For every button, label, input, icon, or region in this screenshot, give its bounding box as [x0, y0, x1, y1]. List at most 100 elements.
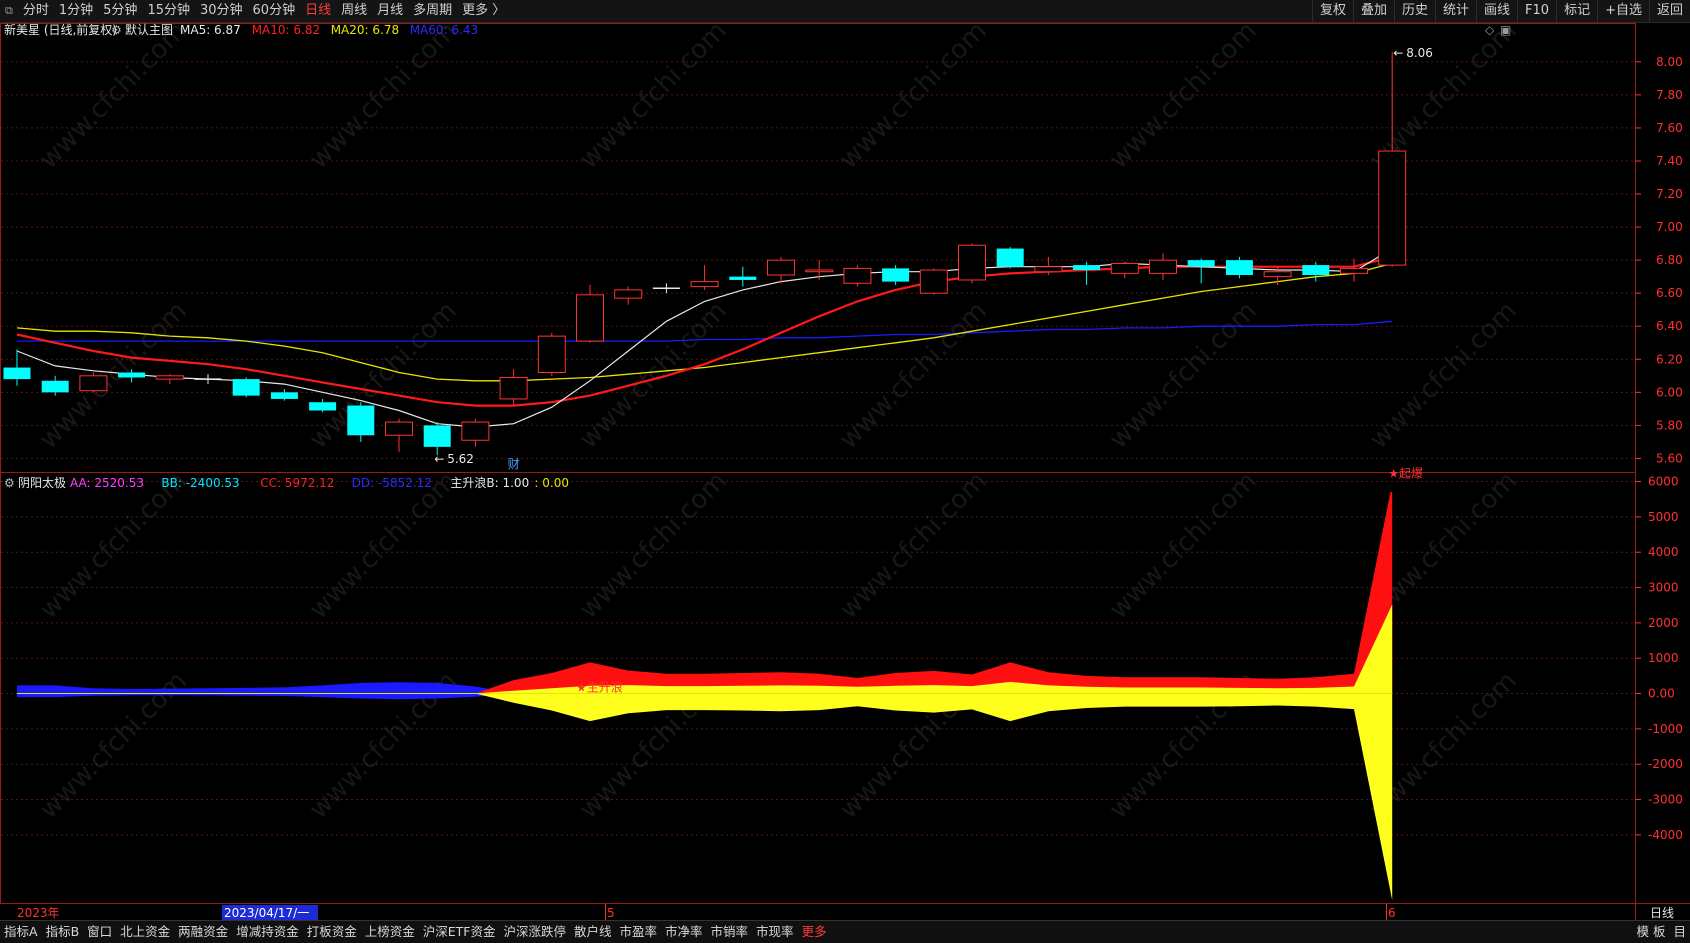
candle[interactable]: [805, 260, 834, 280]
candle[interactable]: [79, 372, 108, 393]
candle-body: [537, 335, 566, 374]
candle[interactable]: [919, 268, 948, 295]
tab-more[interactable]: 更多: [798, 921, 831, 943]
candle[interactable]: [614, 286, 643, 305]
candle[interactable]: [499, 369, 528, 406]
indicator-legend-item: 主升浪B: 1.00: [450, 475, 529, 490]
candle-body: [996, 248, 1024, 267]
watermark-text: www.cfchi.com: [1104, 296, 1263, 455]
tab-dragon-tiger-funds[interactable]: 上榜资金: [361, 921, 419, 943]
watermark-text: www.cfchi.com: [1104, 466, 1263, 625]
period-indicator: 日线: [1650, 906, 1674, 920]
candle[interactable]: [729, 266, 757, 287]
tab-etf-funds[interactable]: 沪深ETF资金: [419, 921, 500, 943]
tab-pe-ratio[interactable]: 市盈率: [616, 921, 662, 943]
indicator-legend-item: : 0.00: [534, 476, 569, 490]
candle[interactable]: [1378, 51, 1407, 267]
watermark-text: www.cfchi.com: [834, 16, 993, 175]
candle[interactable]: [155, 374, 184, 385]
candle[interactable]: [1149, 253, 1177, 280]
candle[interactable]: [41, 375, 69, 396]
candle[interactable]: [423, 422, 451, 456]
tab-limit-up-funds[interactable]: 打板资金: [303, 921, 361, 943]
candle[interactable]: [1187, 258, 1215, 284]
candle-body: [958, 244, 986, 281]
tab-retail-line[interactable]: 散户线: [570, 921, 616, 943]
price-tick-label: 6.20: [1656, 352, 1683, 366]
template-button[interactable]: 模 板: [1633, 921, 1670, 943]
tab-indicator-b[interactable]: 指标B: [42, 921, 84, 943]
candle[interactable]: [1110, 261, 1139, 279]
indicator-legend-item: AA: 2520.53: [70, 476, 144, 490]
candle[interactable]: [537, 332, 566, 376]
candle-body: [843, 267, 872, 284]
candle[interactable]: [347, 402, 375, 442]
candle[interactable]: [767, 256, 795, 284]
candle-body: [1149, 259, 1177, 274]
tab-indicator-a[interactable]: 指标A: [0, 921, 42, 943]
low-arrow-icon: ←: [434, 452, 444, 466]
price-tick-label: 7.40: [1656, 154, 1683, 168]
tab-ps-ratio[interactable]: 市销率: [707, 921, 753, 943]
indicator-name[interactable]: 阴阳太极: [18, 475, 66, 490]
ma-legend-item: MA5: 6.87: [180, 23, 241, 37]
candle-body: [614, 289, 643, 299]
template-settings-icon[interactable]: ⚙: [111, 23, 122, 37]
candle[interactable]: [882, 265, 910, 285]
month-label-6: 6: [1388, 906, 1396, 920]
candle-body: [423, 425, 451, 447]
tab-window[interactable]: 窗口: [83, 921, 116, 943]
tab-holding-change-funds[interactable]: 增减持资金: [232, 921, 303, 943]
indicator-tick-label: -2000: [1648, 757, 1683, 771]
tab-limit-stats[interactable]: 沪深涨跌停: [499, 921, 570, 943]
financial-report-marker[interactable]: 财: [508, 457, 520, 471]
candle[interactable]: [194, 374, 222, 385]
candle[interactable]: [958, 243, 986, 284]
template-label[interactable]: 默认主图: [125, 22, 173, 37]
candle-body: [385, 421, 413, 436]
candle[interactable]: [1340, 258, 1368, 282]
candle[interactable]: [232, 377, 260, 398]
candle[interactable]: [461, 418, 490, 447]
candle-body: [232, 379, 260, 396]
ma-legend-item: MA10: 6.82: [252, 23, 320, 37]
diamond-icon[interactable]: ◇: [1485, 23, 1495, 37]
price-tick-label: 6.80: [1656, 253, 1683, 267]
indicator-legend-item: BB: -2400.53: [161, 476, 239, 490]
candle[interactable]: [1225, 256, 1253, 279]
candle-body: [919, 269, 948, 294]
indicator-tick-label: 6000: [1648, 475, 1679, 489]
candle[interactable]: [385, 418, 413, 452]
year-label: 2023年: [17, 906, 60, 920]
tab-margin-funds[interactable]: 两融资金: [174, 921, 232, 943]
candle[interactable]: [270, 389, 298, 401]
indicator-legend-item: CC: 5972.12: [260, 476, 334, 490]
candle[interactable]: [576, 284, 604, 343]
candle-body: [309, 402, 337, 411]
tab-northbound-funds[interactable]: 北上资金: [116, 921, 174, 943]
tab-pb-ratio[interactable]: 市净率: [661, 921, 707, 943]
candle[interactable]: [690, 265, 719, 290]
candle[interactable]: [652, 283, 680, 294]
candle-body: [499, 376, 528, 400]
price-tick-label: 8.00: [1656, 55, 1683, 69]
bottom-tab-bar: 指标A 指标B 窗口 北上资金 两融资金 增减持资金 打板资金 上榜资金 沪深E…: [0, 920, 1690, 943]
candle[interactable]: [843, 265, 872, 287]
indicator-tick-label: 5000: [1648, 510, 1679, 524]
stock-title: 新美星 (日线,前复权): [4, 22, 117, 37]
candlesticks[interactable]: [3, 51, 1407, 456]
candle[interactable]: [309, 398, 337, 413]
indicator-settings-icon[interactable]: ⚙: [4, 476, 15, 490]
candle[interactable]: [1302, 261, 1330, 282]
indicator-tick-label: 1000: [1648, 651, 1679, 665]
indicator-tick-label: 3000: [1648, 581, 1679, 595]
tab-pcf-ratio[interactable]: 市现率: [752, 921, 798, 943]
candle[interactable]: [1073, 261, 1101, 285]
candle[interactable]: [996, 246, 1024, 269]
kline-chart[interactable]: www.cfchi.com www.cfchi.com www.cfchi.com w…: [0, 0, 1690, 942]
watermark-text: www.cfchi.com: [574, 16, 733, 175]
candle-body: [1302, 265, 1330, 276]
layout-icon[interactable]: 目: [1669, 921, 1690, 943]
ma-legend: MA5: 6.87 MA10: 6.82 MA20: 6.78 MA60: 6.43: [180, 23, 478, 37]
panel-toggle-icon[interactable]: ▣: [1500, 23, 1511, 37]
